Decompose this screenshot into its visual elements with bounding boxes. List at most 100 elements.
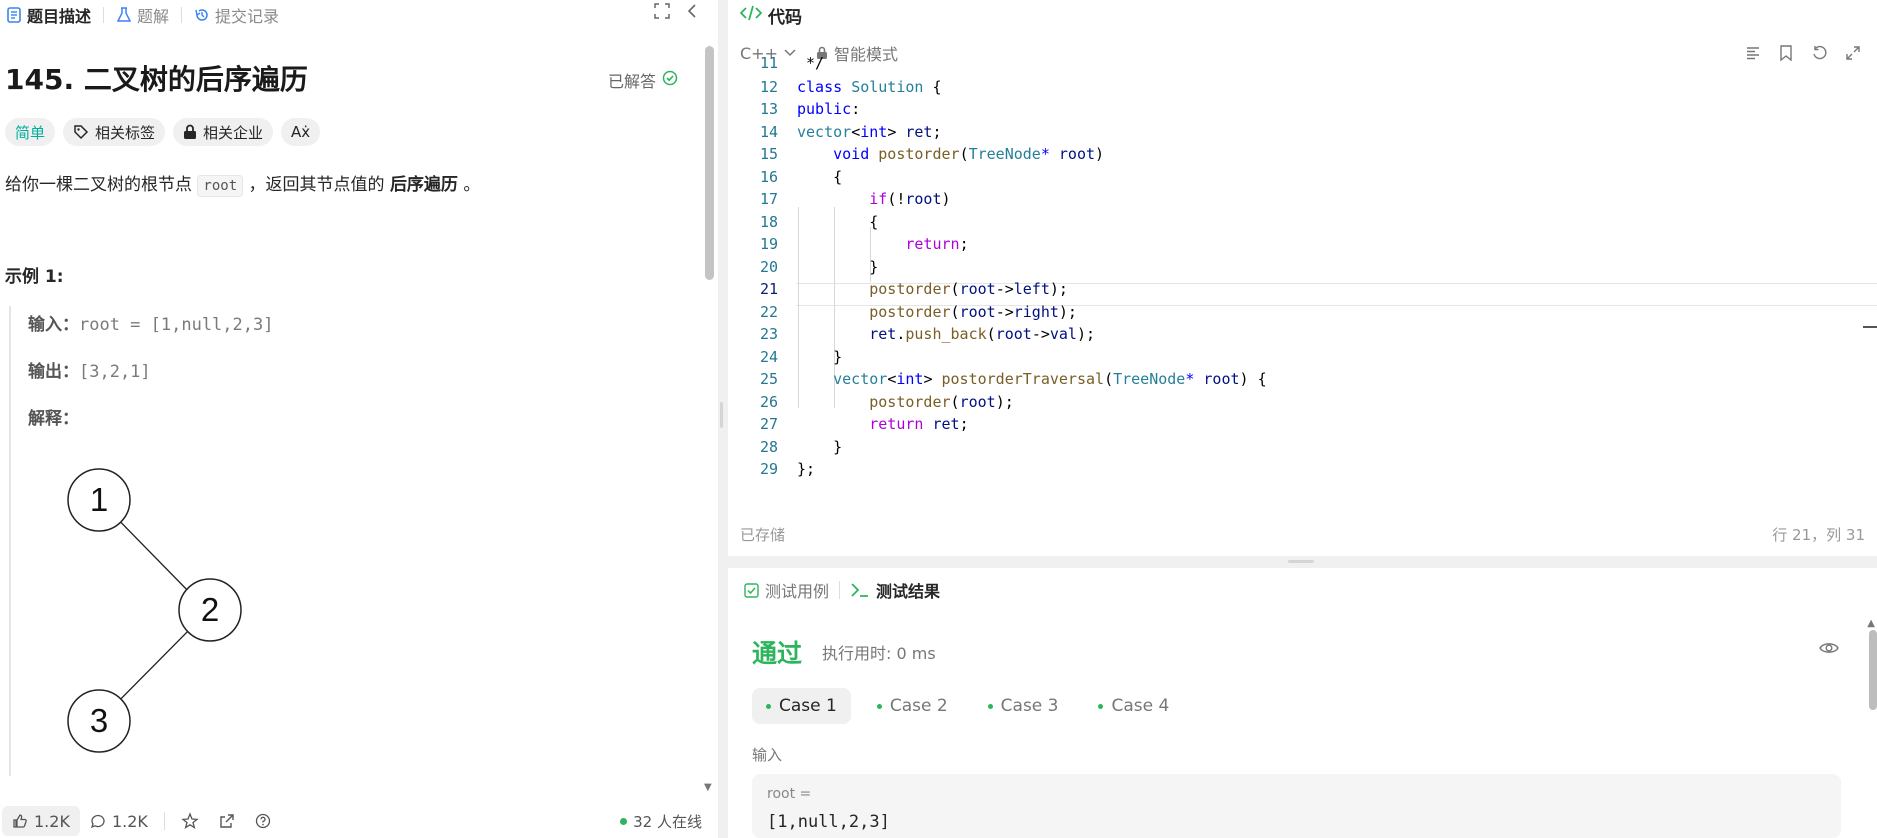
tab-testcases[interactable]: 测试用例 <box>744 578 829 602</box>
code-editor[interactable]: 11 */ 12 class Solution { 13 public: 14 … <box>728 54 1877 492</box>
case-label: Case 4 <box>1111 696 1170 716</box>
star-icon <box>181 812 199 830</box>
desc-bold: 后序遍历 <box>389 175 458 195</box>
test-tabs: 测试用例 测试结果 <box>728 568 1877 612</box>
left-scrollbar[interactable] <box>705 46 714 280</box>
output-value: [3,2,1] <box>79 362 151 382</box>
share-icon <box>220 814 234 828</box>
tab-results[interactable]: 测试结果 <box>850 578 940 602</box>
line-number: 18 <box>759 213 778 231</box>
history-icon <box>194 7 210 23</box>
code-line: if(!root) <box>869 190 951 208</box>
line-number: 13 <box>759 100 778 118</box>
divider <box>163 812 165 830</box>
case-label: Case 2 <box>889 696 948 716</box>
result-status: 通过 <box>752 639 803 668</box>
expand-icon[interactable] <box>1845 45 1861 61</box>
help-button[interactable] <box>245 806 281 836</box>
desc-text-1: 给你一棵二叉树的根节点 <box>5 175 192 195</box>
line-number: 28 <box>759 438 778 456</box>
save-status: 已存储 <box>740 526 786 544</box>
online-dot-icon <box>620 817 628 825</box>
format-icon[interactable] <box>1745 45 1761 61</box>
line-number: 15 <box>759 145 778 163</box>
left-tabs: 题目描述 题解 提交记录 <box>0 0 718 30</box>
chevron-down-icon <box>784 49 796 57</box>
translate-button[interactable]: Aẋ <box>281 118 321 146</box>
example-input: 输入：root = [1,null,2,3] <box>28 310 273 335</box>
cursor-position: 行 21，列 31 <box>1772 526 1865 544</box>
reset-icon[interactable] <box>1811 45 1827 61</box>
code-line: return; <box>905 235 969 253</box>
tag-icon <box>74 125 89 140</box>
scroll-down-arrow-icon[interactable]: ▼ <box>704 782 712 793</box>
eye-icon[interactable] <box>1819 640 1839 659</box>
tab-submissions-label: 提交记录 <box>215 7 280 26</box>
line-number: 24 <box>759 348 778 366</box>
code-line: } <box>797 348 843 366</box>
line-number: 19 <box>759 235 778 253</box>
code-line: public: <box>797 100 861 118</box>
problem-panel: 题目描述 题解 提交记录 145. 二叉树的后序遍历 已解答 简单 相关标签 相… <box>0 0 718 838</box>
online-count: 32 人在线 <box>620 811 702 832</box>
comment-icon <box>90 814 105 829</box>
case-tab-1[interactable]: Case 1 <box>752 688 851 724</box>
tab-solution[interactable]: 题解 <box>110 0 175 30</box>
code-line: return ret; <box>869 415 969 433</box>
horizontal-splitter[interactable] <box>1288 560 1314 563</box>
companies-button[interactable]: 相关企业 <box>173 118 274 146</box>
tab-submissions[interactable]: 提交记录 <box>188 0 285 30</box>
line-number: 26 <box>759 393 778 411</box>
case-tab-4[interactable]: Case 4 <box>1084 688 1183 724</box>
tags-button[interactable]: 相关标签 <box>63 118 166 146</box>
code-line: class Solution { <box>797 78 942 96</box>
desc-text-2: ，返回其节点值的 <box>248 175 385 195</box>
line-number: 16 <box>759 168 778 186</box>
tab-solution-label: 题解 <box>137 7 170 26</box>
like-count: 1.2K <box>34 811 70 831</box>
case-label: Case 1 <box>779 696 837 716</box>
line-number: 17 <box>759 190 778 208</box>
fullscreen-icon[interactable] <box>654 3 670 23</box>
code-line: ret.push_back(root->val); <box>869 325 1096 343</box>
bookmark-icon[interactable] <box>1779 45 1793 61</box>
code-panel: 代码 C++ 智能模式 11 */ 12 class Solution { 13… <box>728 0 1877 556</box>
line-number: 25 <box>759 370 778 388</box>
case-tab-3[interactable]: Case 3 <box>974 688 1073 724</box>
like-button[interactable]: 1.2K <box>2 806 80 836</box>
line-number: 23 <box>759 325 778 343</box>
line-number: 20 <box>759 258 778 276</box>
test-panel-scrollbar[interactable] <box>1869 630 1877 710</box>
example-explanation: 解释： <box>28 404 79 429</box>
pass-dot-icon <box>876 703 882 709</box>
tab-description[interactable]: 题目描述 <box>0 0 97 30</box>
binary-tree-diagram: 1 2 3 <box>67 468 242 753</box>
left-tools <box>654 0 698 26</box>
example-title: 示例 1: <box>5 267 64 287</box>
example-output: 输出：[3,2,1] <box>28 357 151 382</box>
comments-button[interactable]: 1.2K <box>80 806 158 836</box>
comment-count: 1.2K <box>111 811 148 831</box>
code-header-label: 代码 <box>768 7 802 28</box>
checkbox-icon <box>744 582 759 598</box>
scroll-up-arrow-icon[interactable]: ▲ <box>1867 618 1875 629</box>
desc-code: root <box>197 175 244 197</box>
problem-title: 145. 二叉树的后序遍历 <box>5 63 308 96</box>
tab-description-label: 题目描述 <box>27 7 92 26</box>
pass-dot-icon <box>987 703 993 709</box>
star-button[interactable] <box>171 806 209 836</box>
code-line: { <box>797 213 879 231</box>
difficulty-badge[interactable]: 简单 <box>5 118 56 146</box>
input-var-name: root = <box>767 786 812 802</box>
vertical-splitter[interactable] <box>720 402 723 428</box>
line-number: 21 <box>759 280 778 298</box>
case-tab-2[interactable]: Case 2 <box>863 688 962 724</box>
line-number: 22 <box>759 303 778 321</box>
divider <box>181 7 183 23</box>
left-bottom-bar: 1.2K 1.2K 32 人在线 <box>0 804 718 838</box>
collapse-icon[interactable] <box>686 3 698 23</box>
thumbs-up-icon <box>13 814 27 828</box>
share-button[interactable] <box>209 806 245 836</box>
case-tabs: Case 1 Case 2 Case 3 Case 4 <box>752 688 1183 724</box>
tree-node-1-label: 1 <box>90 481 108 518</box>
